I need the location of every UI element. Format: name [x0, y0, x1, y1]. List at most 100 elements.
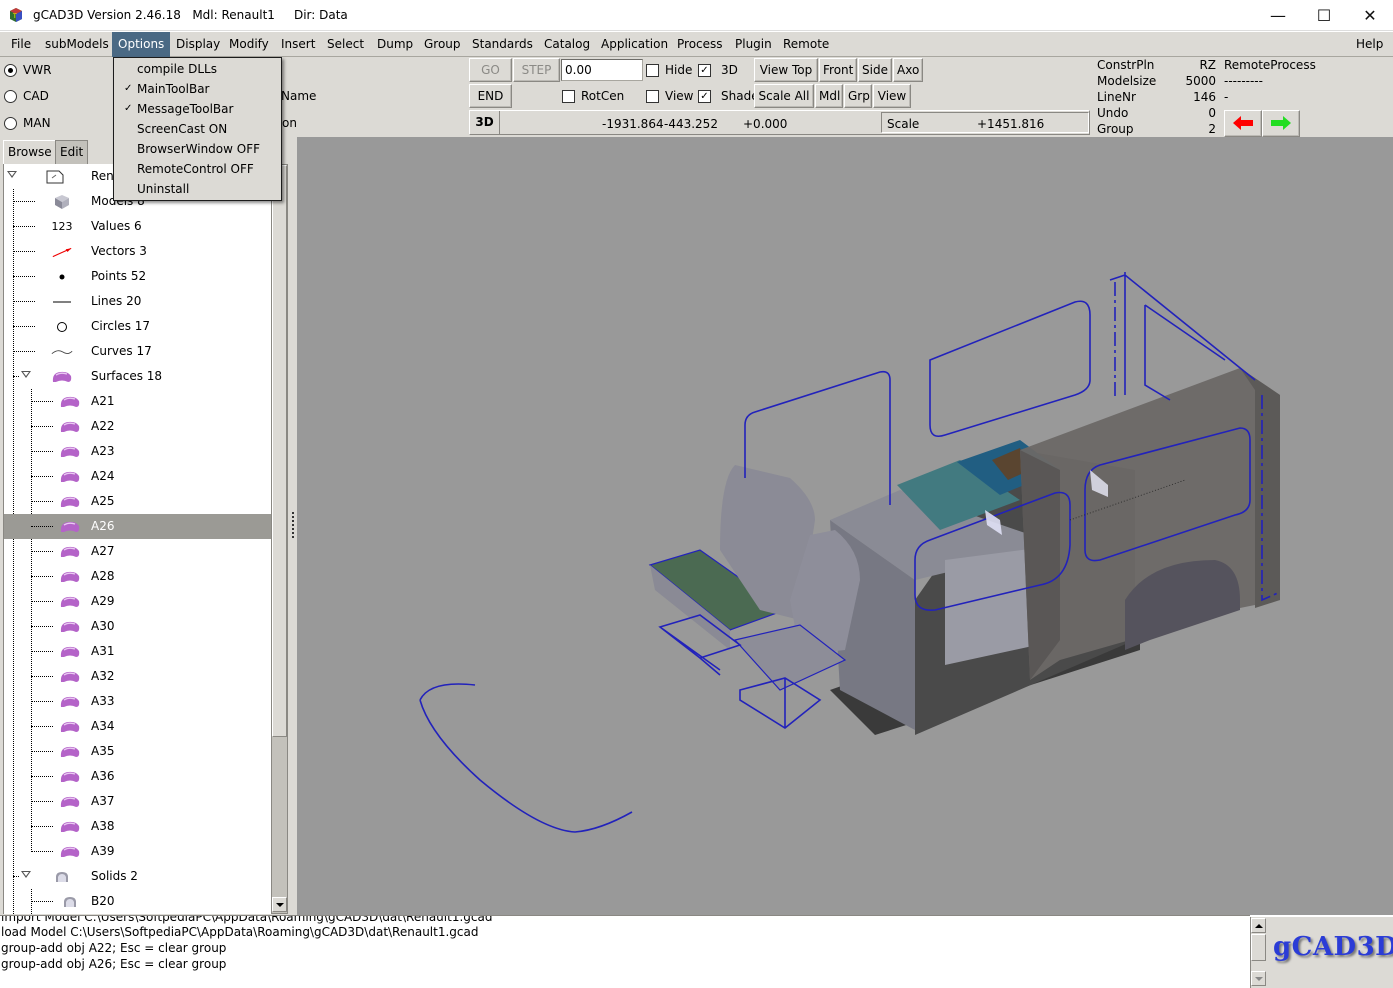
- menu-item-maintoolbar[interactable]: ✓ MainToolBar: [114, 79, 281, 99]
- tree-row-item[interactable]: A26: [4, 514, 271, 539]
- 3d-viewport[interactable]: [297, 137, 1393, 915]
- mode-radio-vwr[interactable]: VWR: [4, 63, 51, 77]
- scale-model-button[interactable]: Mdl: [815, 84, 843, 108]
- menu-item-remotecontrol[interactable]: RemoteControl OFF: [114, 159, 281, 179]
- tree-row-group[interactable]: Points 52: [4, 264, 271, 289]
- undo-button[interactable]: [1224, 110, 1262, 137]
- tree-row-group[interactable]: Solids 2: [4, 864, 271, 889]
- vector-icon: [51, 243, 73, 260]
- tree-row-item[interactable]: A36: [4, 764, 271, 789]
- minimize-button[interactable]: —: [1255, 0, 1301, 31]
- menu-item-compile-dlls[interactable]: compile DLLs: [114, 59, 281, 79]
- tree-guide-line: [31, 626, 53, 627]
- tree-row-group[interactable]: Circles 17: [4, 314, 271, 339]
- mode-radio-man[interactable]: MAN: [4, 116, 51, 130]
- info-extra-dashes: ---------: [1224, 74, 1263, 88]
- tab-browse[interactable]: Browse: [3, 140, 57, 164]
- menu-process[interactable]: Process: [671, 32, 729, 57]
- shade-checkbox[interactable]: ✓ Shade: [698, 89, 759, 103]
- tree-guide-line: [31, 701, 53, 702]
- menu-submodels[interactable]: subModels: [39, 32, 115, 57]
- tree-row-group[interactable]: Surfaces 18: [4, 364, 271, 389]
- expand-toggle-icon[interactable]: [7, 171, 17, 178]
- message-line: import Model C:\Users\SoftpediaPC\AppDat…: [1, 915, 493, 924]
- menu-options[interactable]: Options: [112, 32, 171, 57]
- tree-row-item[interactable]: A29: [4, 589, 271, 614]
- maximize-button[interactable]: ☐: [1301, 0, 1347, 31]
- menu-help[interactable]: Help: [1350, 32, 1389, 57]
- tab-edit[interactable]: Edit: [55, 140, 89, 164]
- menu-catalog[interactable]: Catalog: [538, 32, 596, 57]
- menu-item-screencast[interactable]: ScreenCast ON: [114, 119, 281, 139]
- message-scrollbar-thumb[interactable]: [1251, 934, 1266, 961]
- menu-application[interactable]: Application: [595, 32, 674, 57]
- menu-standards[interactable]: Standards: [466, 32, 539, 57]
- menu-group[interactable]: Group: [418, 32, 467, 57]
- rotcen-checkbox[interactable]: RotCen: [562, 89, 624, 103]
- pane-splitter[interactable]: [289, 137, 297, 915]
- menu-remote[interactable]: Remote: [777, 32, 835, 57]
- step-value-input[interactable]: [561, 59, 643, 81]
- radio-indicator: [4, 63, 17, 77]
- tree-row-item[interactable]: A27: [4, 539, 271, 564]
- tree-row-item[interactable]: A32: [4, 664, 271, 689]
- menu-insert[interactable]: Insert: [275, 32, 321, 57]
- tree-row-item[interactable]: B20: [4, 889, 271, 914]
- view-top-button[interactable]: View Top: [754, 58, 818, 82]
- redo-button[interactable]: [1262, 110, 1300, 137]
- menu-file[interactable]: File: [5, 32, 37, 57]
- tree-row-item[interactable]: A21: [4, 389, 271, 414]
- chevron-down-icon: [1254, 976, 1263, 981]
- tree-row-item[interactable]: A24: [4, 464, 271, 489]
- tree-row-item[interactable]: A34: [4, 714, 271, 739]
- tree-item-label: A38: [91, 819, 115, 833]
- tree-row-item[interactable]: A22: [4, 414, 271, 439]
- tree-row-item[interactable]: A35: [4, 739, 271, 764]
- menu-plugin[interactable]: Plugin: [729, 32, 778, 57]
- tree-row-item[interactable]: A30: [4, 614, 271, 639]
- tree-scroll-down-button[interactable]: [272, 897, 287, 912]
- expand-toggle-icon[interactable]: [21, 871, 31, 878]
- 3d-checkbox[interactable]: ✓ 3D: [698, 63, 738, 77]
- tree-row-group[interactable]: 123 Values 6: [4, 214, 271, 239]
- tree-item-label: Points 52: [91, 269, 147, 283]
- menu-select[interactable]: Select: [321, 32, 370, 57]
- message-scrollbar[interactable]: [1250, 917, 1266, 988]
- mode-radio-cad[interactable]: CAD: [4, 89, 49, 103]
- view-checkbox[interactable]: View: [646, 89, 693, 103]
- tree-row-item[interactable]: A31: [4, 639, 271, 664]
- tree-row-group[interactable]: Lines 20: [4, 289, 271, 314]
- menu-modify[interactable]: Modify: [223, 32, 275, 57]
- tree-row-item[interactable]: A39: [4, 839, 271, 864]
- view-front-button[interactable]: Front: [819, 58, 857, 82]
- tree-row-item[interactable]: A25: [4, 489, 271, 514]
- end-button[interactable]: END: [469, 84, 512, 108]
- info-value-group: 2: [1208, 122, 1216, 136]
- scale-view-button[interactable]: View: [873, 84, 911, 108]
- view-side-button[interactable]: Side: [858, 58, 892, 82]
- tree-row-item[interactable]: A28: [4, 564, 271, 589]
- tree-row-item[interactable]: A33: [4, 689, 271, 714]
- menu-item-messagetoolbar[interactable]: ✓ MessageToolBar: [114, 99, 281, 119]
- menu-dump[interactable]: Dump: [371, 32, 419, 57]
- scale-all-button[interactable]: Scale All: [754, 84, 814, 108]
- tree-scrollbar-thumb[interactable]: [272, 165, 287, 737]
- menu-item-uninstall[interactable]: Uninstall: [114, 179, 281, 199]
- go-button[interactable]: GO: [469, 58, 512, 82]
- tree-row-item[interactable]: A38: [4, 814, 271, 839]
- hide-checkbox[interactable]: Hide: [646, 63, 692, 77]
- tree-row-group[interactable]: Vectors 3: [4, 239, 271, 264]
- menu-display[interactable]: Display: [170, 32, 226, 57]
- step-button[interactable]: STEP: [513, 58, 560, 82]
- tree-row-item[interactable]: A37: [4, 789, 271, 814]
- expand-toggle-icon[interactable]: [21, 371, 31, 378]
- message-log[interactable]: import Model C:\Users\SoftpediaPC\AppDat…: [0, 915, 1250, 988]
- close-button[interactable]: ✕: [1347, 0, 1393, 31]
- view-axo-button[interactable]: Axo: [893, 58, 923, 82]
- message-scroll-up-button[interactable]: [1251, 918, 1266, 933]
- menu-item-browserwindow[interactable]: BrowserWindow OFF: [114, 139, 281, 159]
- tree-row-item[interactable]: A23: [4, 439, 271, 464]
- message-scroll-down-button[interactable]: [1251, 971, 1266, 986]
- scale-group-button[interactable]: Grp: [844, 84, 872, 108]
- tree-row-group[interactable]: Curves 17: [4, 339, 271, 364]
